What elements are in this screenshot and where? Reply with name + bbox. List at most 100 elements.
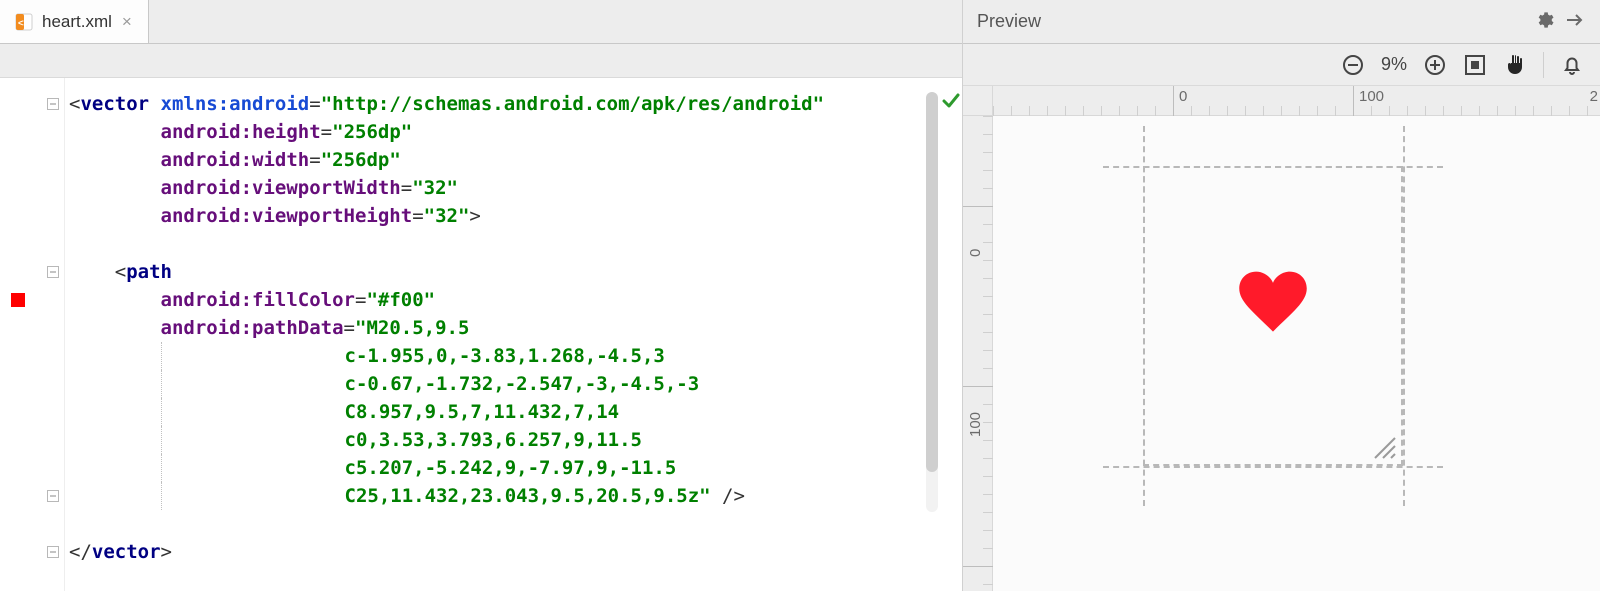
fold-toggle-icon[interactable] — [46, 546, 60, 558]
editor-pane: <> heart.xml × <vector xmlns:android="ht… — [0, 0, 963, 591]
ruler-corner — [963, 86, 993, 116]
code-token: c-1.955,0,-3.83,1.268,-4.5,3 — [345, 345, 665, 367]
code-token: = — [355, 289, 366, 311]
code-token: </ — [69, 541, 92, 563]
code-line[interactable]: c-0.67,-1.732,-2.547,-3,-4.5,-3 — [69, 370, 940, 398]
code-token: android:height — [161, 121, 321, 143]
code-line[interactable]: c0,3.53,3.793,6.257,9,11.5 — [69, 426, 940, 454]
preview-pane: Preview 9% — [963, 0, 1600, 591]
code-line[interactable]: C25,11.432,23.043,9.5,20.5,9.5z" /> — [69, 482, 940, 510]
code-token: vector — [92, 541, 161, 563]
code-token: /> — [711, 485, 745, 507]
preview-header: Preview — [963, 0, 1600, 44]
ruler-vertical: 0100200 — [963, 116, 993, 591]
editor-tab-label: heart.xml — [42, 12, 112, 32]
preview-canvas[interactable]: 01002 0100200 — [963, 86, 1600, 591]
code-line[interactable]: <vector xmlns:android="http://schemas.an… — [69, 90, 940, 118]
zoom-in-icon[interactable] — [1423, 53, 1447, 77]
scrollbar-track[interactable] — [926, 92, 938, 512]
fold-toggle-icon[interactable] — [46, 98, 60, 110]
ruler-h-label: 100 — [1359, 88, 1384, 105]
zoom-fit-icon[interactable] — [1463, 53, 1487, 77]
code-line[interactable] — [69, 510, 940, 538]
code-line[interactable]: android:height="256dp" — [69, 118, 940, 146]
preview-toolbar: 9% — [963, 44, 1600, 86]
code-token: "32" — [424, 205, 470, 227]
hide-panel-icon[interactable] — [1566, 13, 1586, 30]
code-token: path — [126, 261, 172, 283]
code-line[interactable]: c-1.955,0,-3.83,1.268,-4.5,3 — [69, 342, 940, 370]
code-line[interactable]: android:width="256dp" — [69, 146, 940, 174]
code-line[interactable]: C8.957,9.5,7,11.432,7,14 — [69, 398, 940, 426]
code-token: = — [412, 205, 423, 227]
code-token: "32" — [412, 177, 458, 199]
code-line[interactable]: android:viewportWidth="32" — [69, 174, 940, 202]
analysis-ok-icon — [942, 92, 960, 110]
ruler-horizontal: 0 100 2 — [993, 86, 1600, 116]
code-line[interactable]: </vector> — [69, 538, 940, 566]
code-token: "256dp" — [321, 149, 401, 171]
zoom-percent: 9% — [1381, 54, 1407, 75]
code-token: c0,3.53,3.793,6.257,9,11.5 — [345, 429, 642, 451]
resize-handle-icon — [1369, 432, 1397, 460]
notifications-icon[interactable] — [1560, 53, 1584, 77]
code-token: > — [469, 205, 480, 227]
toolbar-separator — [1543, 52, 1544, 78]
code-token: C8.957,9.5,7,11.432,7,14 — [345, 401, 620, 423]
guide-line — [1143, 126, 1145, 506]
editor-sub-bar — [0, 44, 962, 78]
code-token: > — [161, 541, 172, 563]
code-token: = — [309, 149, 320, 171]
code-token: "#f00" — [366, 289, 435, 311]
gutter-color-swatch[interactable] — [10, 293, 26, 307]
fold-toggle-icon[interactable] — [46, 266, 60, 278]
code-token: vector — [80, 93, 160, 115]
pan-hand-icon[interactable] — [1503, 53, 1527, 77]
code-token: = — [344, 317, 355, 339]
code-token: "M20.5,9.5 — [355, 317, 469, 339]
code-line[interactable]: <path — [69, 258, 940, 286]
code-token: < — [115, 261, 126, 283]
guide-line — [1103, 466, 1443, 468]
code-token: android:pathData — [161, 317, 344, 339]
code-token: xmlns:android — [161, 93, 310, 115]
marker-column — [940, 78, 962, 591]
code-token: android:viewportHeight — [161, 205, 413, 227]
code-line[interactable] — [69, 230, 940, 258]
code-area[interactable]: <vector xmlns:android="http://schemas.an… — [65, 78, 940, 591]
code-token: "256dp" — [332, 121, 412, 143]
preview-title: Preview — [977, 11, 1041, 32]
editor-body[interactable]: <vector xmlns:android="http://schemas.an… — [0, 78, 962, 591]
heart-preview-render — [1213, 236, 1333, 356]
ruler-v-label: 100 — [967, 412, 984, 437]
code-token: c5.207,-5.242,9,-7.97,9,-11.5 — [345, 457, 677, 479]
tab-strip: <> heart.xml × — [0, 0, 962, 44]
gear-icon[interactable] — [1534, 10, 1554, 33]
close-tab-icon[interactable]: × — [120, 12, 134, 32]
code-token: "http://schemas.android.com/apk/res/andr… — [321, 93, 824, 115]
guide-line — [1403, 126, 1405, 506]
code-line[interactable]: android:fillColor="#f00" — [69, 286, 940, 314]
code-token: < — [69, 93, 80, 115]
code-line[interactable]: c5.207,-5.242,9,-7.97,9,-11.5 — [69, 454, 940, 482]
code-line[interactable]: android:pathData="M20.5,9.5 — [69, 314, 940, 342]
code-token: c-0.67,-1.732,-2.547,-3,-4.5,-3 — [345, 373, 700, 395]
code-token: = — [309, 93, 320, 115]
xml-file-icon: <> — [14, 12, 34, 32]
code-token: android:width — [161, 149, 310, 171]
editor-tab-heart-xml[interactable]: <> heart.xml × — [0, 0, 149, 43]
code-token: C25,11.432,23.043,9.5,20.5,9.5z" — [345, 485, 711, 507]
ruler-h-label: 0 — [1179, 88, 1187, 105]
editor-gutter — [0, 78, 65, 591]
code-line[interactable]: android:viewportHeight="32"> — [69, 202, 940, 230]
ruler-h-label: 2 — [1590, 88, 1598, 105]
zoom-out-icon[interactable] — [1341, 53, 1365, 77]
fold-toggle-icon[interactable] — [46, 490, 60, 502]
code-token: = — [321, 121, 332, 143]
svg-text:<>: <> — [18, 18, 29, 28]
code-token: android:viewportWidth — [161, 177, 401, 199]
code-token: = — [401, 177, 412, 199]
ruler-v-label: 0 — [967, 249, 984, 257]
scrollbar-thumb[interactable] — [926, 92, 938, 472]
guide-line — [1103, 166, 1443, 168]
